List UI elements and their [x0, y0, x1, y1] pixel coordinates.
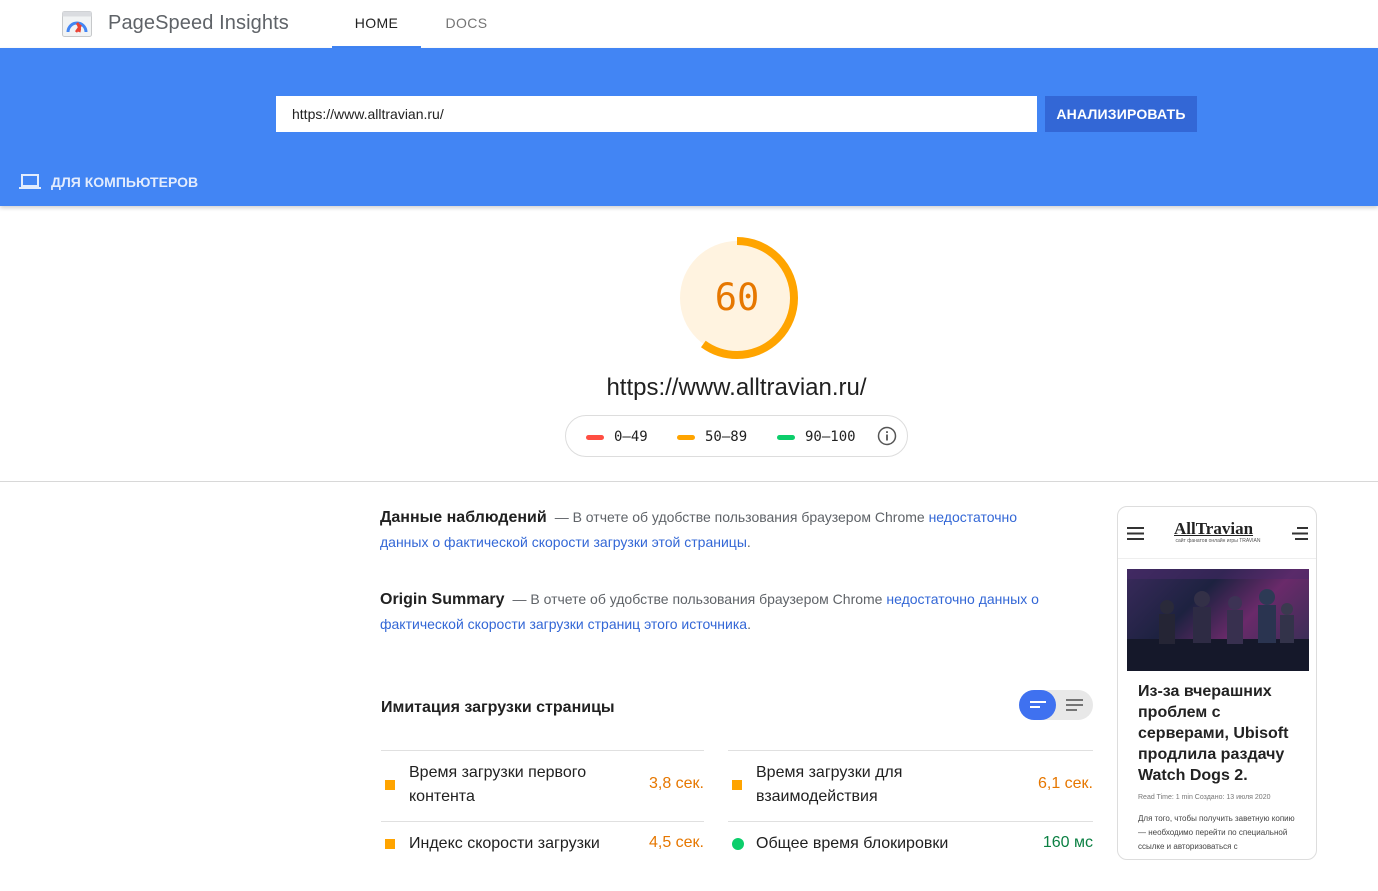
legend-item-pass: 90–100 [777, 429, 856, 445]
section-divider [0, 481, 1378, 482]
average-square-icon [385, 839, 395, 849]
metric-speed-index: Индекс скорости загрузки 4,5 сек. [381, 821, 704, 891]
metric-value: 6,1 сек. [1037, 775, 1093, 792]
origin-summary-end: . [747, 616, 751, 632]
thumbnail-header: AllTravian сайт фанатов онлайн игры TRAV… [1118, 507, 1316, 559]
info-icon[interactable] [877, 426, 897, 446]
legend-average-dash [677, 434, 695, 440]
field-data-section: Данные наблюдений — В отчете об удобстве … [380, 505, 1040, 555]
thumbnail-tagline: сайт фанатов онлайн игры TRAVIAN [1175, 538, 1261, 544]
compact-view-button[interactable] [1019, 690, 1056, 720]
legend-fail-range: 0–49 [614, 429, 648, 445]
sidebar-menu-icon [1292, 527, 1308, 540]
tab-docs[interactable]: DOCS [422, 0, 511, 48]
average-square-icon [385, 780, 395, 790]
performance-score: 60 [714, 276, 760, 319]
metric-fcp: Время загрузки первого контента 3,8 сек. [381, 750, 704, 820]
analyze-button[interactable]: АНАЛИЗИРОВАТЬ [1045, 96, 1197, 132]
thumbnail-site-logo: AllTravian [1174, 519, 1254, 538]
thumbnail-text: Для того, чтобы получить заветную копию … [1138, 814, 1295, 851]
thumbnail-article-image [1127, 569, 1309, 671]
origin-summary-section: Origin Summary — В отчете об удобстве пол… [380, 587, 1040, 637]
laptop-icon [19, 174, 41, 189]
legend-pass-range: 90–100 [805, 429, 856, 445]
legend-item-average: 50–89 [677, 429, 747, 445]
view-toggle[interactable] [1019, 690, 1093, 720]
metric-value: 4,5 сек. [648, 834, 704, 851]
legend-pass-dash [777, 434, 795, 440]
top-app-bar: PageSpeed Insights HOME DOCS [0, 0, 1378, 48]
search-band: АНАЛИЗИРОВАТЬ ДЛЯ КОМПЬЮТЕРОВ [0, 48, 1378, 206]
url-input[interactable] [276, 96, 1037, 132]
pass-circle-icon [732, 838, 744, 850]
origin-summary-title: Origin Summary [380, 591, 505, 608]
metric-label: Время загрузки первого контента [409, 764, 587, 805]
tab-home[interactable]: HOME [332, 0, 421, 48]
metric-label: Общее время блокировки [756, 835, 949, 852]
compact-view-icon [1030, 701, 1046, 708]
metric-value: 160 мс [1042, 834, 1093, 851]
metric-label: Индекс скорости загрузки [409, 835, 600, 852]
field-data-text: — В отчете об удобстве пользования брауз… [554, 509, 929, 525]
tab-desktop-label: ДЛЯ КОМПЬЮТЕРОВ [51, 174, 199, 190]
metric-label: Время загрузки для взаимодействия [756, 764, 903, 805]
thumbnail-meta: Read Time: 1 min Создано: 13 июля 2020 [1138, 794, 1271, 801]
article-image-figures [1127, 569, 1309, 671]
app-title: PageSpeed Insights [108, 12, 289, 34]
score-legend: 0–49 50–89 90–100 [565, 415, 908, 457]
field-data-end: . [746, 534, 751, 550]
analyzed-url: https://www.alltravian.ru/ [606, 374, 867, 401]
pagespeed-logo-icon[interactable] [62, 11, 92, 37]
lab-data-title: Имитация загрузки страницы [381, 699, 615, 716]
page-screenshot-thumbnail: AllTravian сайт фанатов онлайн игры TRAV… [1117, 506, 1317, 860]
field-data-title: Данные наблюдений [380, 509, 547, 526]
hamburger-menu-icon [1127, 527, 1144, 540]
metric-tbt: Общее время блокировки 160 мс [728, 821, 1093, 891]
legend-item-fail: 0–49 [586, 429, 648, 445]
thumbnail-headline: Из-за вчерашних проблем с серверами, Ubi… [1138, 683, 1289, 784]
tab-desktop[interactable]: ДЛЯ КОМПЬЮТЕРОВ [19, 172, 198, 192]
legend-fail-dash [586, 434, 604, 440]
expanded-view-icon[interactable] [1056, 690, 1093, 720]
legend-average-range: 50–89 [705, 429, 748, 445]
metric-value: 3,8 сек. [648, 775, 704, 792]
average-square-icon [732, 780, 742, 790]
metric-tti: Время загрузки для взаимодействия 6,1 се… [728, 750, 1093, 820]
origin-summary-text: — В отчете об удобстве пользования брауз… [512, 591, 887, 607]
